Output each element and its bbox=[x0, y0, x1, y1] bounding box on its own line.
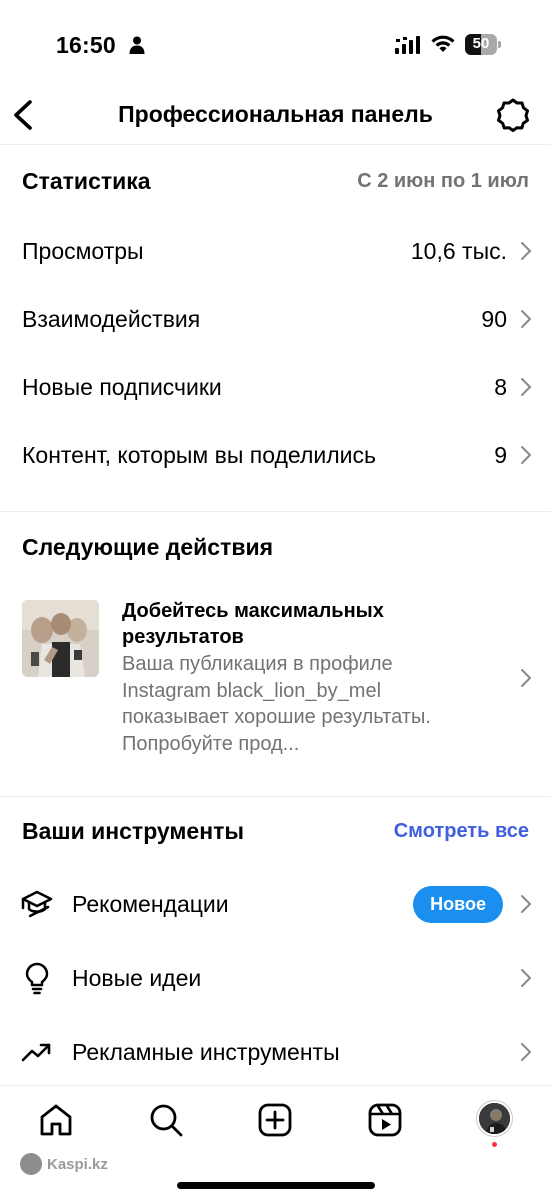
battery-indicator: 50 bbox=[465, 34, 501, 55]
stat-label: Просмотры bbox=[22, 237, 144, 264]
stat-label: Новые подписчики bbox=[22, 373, 222, 400]
stat-row-shared-content[interactable]: Контент, которым вы поделились 9 bbox=[22, 435, 533, 475]
stat-label: Контент, которым вы поделились bbox=[22, 441, 376, 468]
notification-dot bbox=[492, 1142, 497, 1147]
section-divider bbox=[0, 796, 551, 797]
back-arrow-icon[interactable] bbox=[10, 98, 36, 132]
stat-value: 10,6 тыс. bbox=[410, 237, 507, 264]
bottom-tab-bar bbox=[0, 1085, 551, 1155]
search-icon[interactable] bbox=[148, 1102, 184, 1138]
new-badge: Новое bbox=[413, 885, 503, 923]
see-all-link[interactable]: Смотреть все bbox=[394, 820, 529, 843]
stat-value: 9 bbox=[494, 441, 507, 468]
chevron-right-icon bbox=[521, 969, 531, 987]
home-icon[interactable] bbox=[38, 1102, 74, 1138]
page-title: Профессиональная панель bbox=[118, 101, 433, 127]
action-card-title: Добейтесь максимальных результатов bbox=[122, 600, 384, 648]
graduation-cap-icon bbox=[21, 890, 53, 918]
stat-value: 8 bbox=[494, 373, 507, 400]
tool-row-new-ideas[interactable]: Новые идеи bbox=[20, 956, 533, 1000]
stat-value: 90 bbox=[481, 305, 507, 332]
post-thumbnail bbox=[22, 600, 99, 677]
profile-avatar[interactable] bbox=[477, 1101, 512, 1136]
action-card-boost[interactable]: Добейтесь максимальных результатов Ваша … bbox=[22, 598, 533, 760]
next-actions-header: Следующие действия bbox=[22, 534, 529, 561]
status-bar: 16:50 50 bbox=[0, 0, 551, 90]
tool-row-ad-tools[interactable]: Рекламные инструменты bbox=[20, 1030, 533, 1074]
next-actions-title: Следующие действия bbox=[22, 534, 274, 560]
date-range[interactable]: С 2 июн по 1 июл bbox=[357, 170, 529, 193]
home-indicator bbox=[177, 1182, 375, 1189]
tools-title: Ваши инструменты bbox=[22, 818, 245, 844]
battery-percent: 50 bbox=[472, 35, 490, 52]
cellular-signal-icon bbox=[395, 36, 420, 54]
tool-label: Новые идеи bbox=[72, 964, 202, 991]
top-navigation: Профессиональная панель bbox=[0, 90, 551, 145]
tool-label: Рекомендации bbox=[72, 890, 229, 917]
chevron-right-icon bbox=[521, 378, 531, 396]
reels-icon[interactable] bbox=[367, 1102, 403, 1138]
tools-header: Ваши инструменты Смотреть все bbox=[22, 818, 529, 845]
chevron-right-icon bbox=[521, 669, 531, 687]
section-divider bbox=[0, 511, 551, 512]
trend-up-icon bbox=[21, 1043, 51, 1062]
person-icon bbox=[129, 36, 145, 54]
status-time: 16:50 bbox=[56, 32, 116, 58]
stat-row-views[interactable]: Просмотры 10,6 тыс. bbox=[22, 231, 533, 271]
chevron-right-icon bbox=[521, 242, 531, 260]
stat-row-new-followers[interactable]: Новые подписчики 8 bbox=[22, 367, 533, 407]
chevron-right-icon bbox=[521, 310, 531, 328]
stat-row-interactions[interactable]: Взаимодействия 90 bbox=[22, 299, 533, 339]
action-card-description: Ваша публикация в профиле Instagram blac… bbox=[122, 653, 431, 755]
settings-gear-icon[interactable] bbox=[496, 98, 530, 132]
watermark-text: Kaspi.kz bbox=[47, 1155, 108, 1173]
lightbulb-icon bbox=[25, 962, 49, 995]
watermark: Kaspi.kz bbox=[20, 1153, 108, 1175]
statistics-header: Статистика С 2 июн по 1 июл bbox=[22, 168, 529, 195]
wifi-icon bbox=[431, 35, 455, 52]
tool-label: Рекламные инструменты bbox=[72, 1038, 340, 1065]
chevron-right-icon bbox=[521, 446, 531, 464]
kaspi-logo-icon bbox=[20, 1153, 42, 1175]
statistics-title: Статистика bbox=[22, 168, 151, 194]
stat-label: Взаимодействия bbox=[22, 305, 201, 332]
tool-row-recommendations[interactable]: Рекомендации Новое bbox=[20, 882, 533, 926]
chevron-right-icon bbox=[521, 895, 531, 913]
create-post-icon[interactable] bbox=[257, 1102, 293, 1138]
chevron-right-icon bbox=[521, 1043, 531, 1061]
